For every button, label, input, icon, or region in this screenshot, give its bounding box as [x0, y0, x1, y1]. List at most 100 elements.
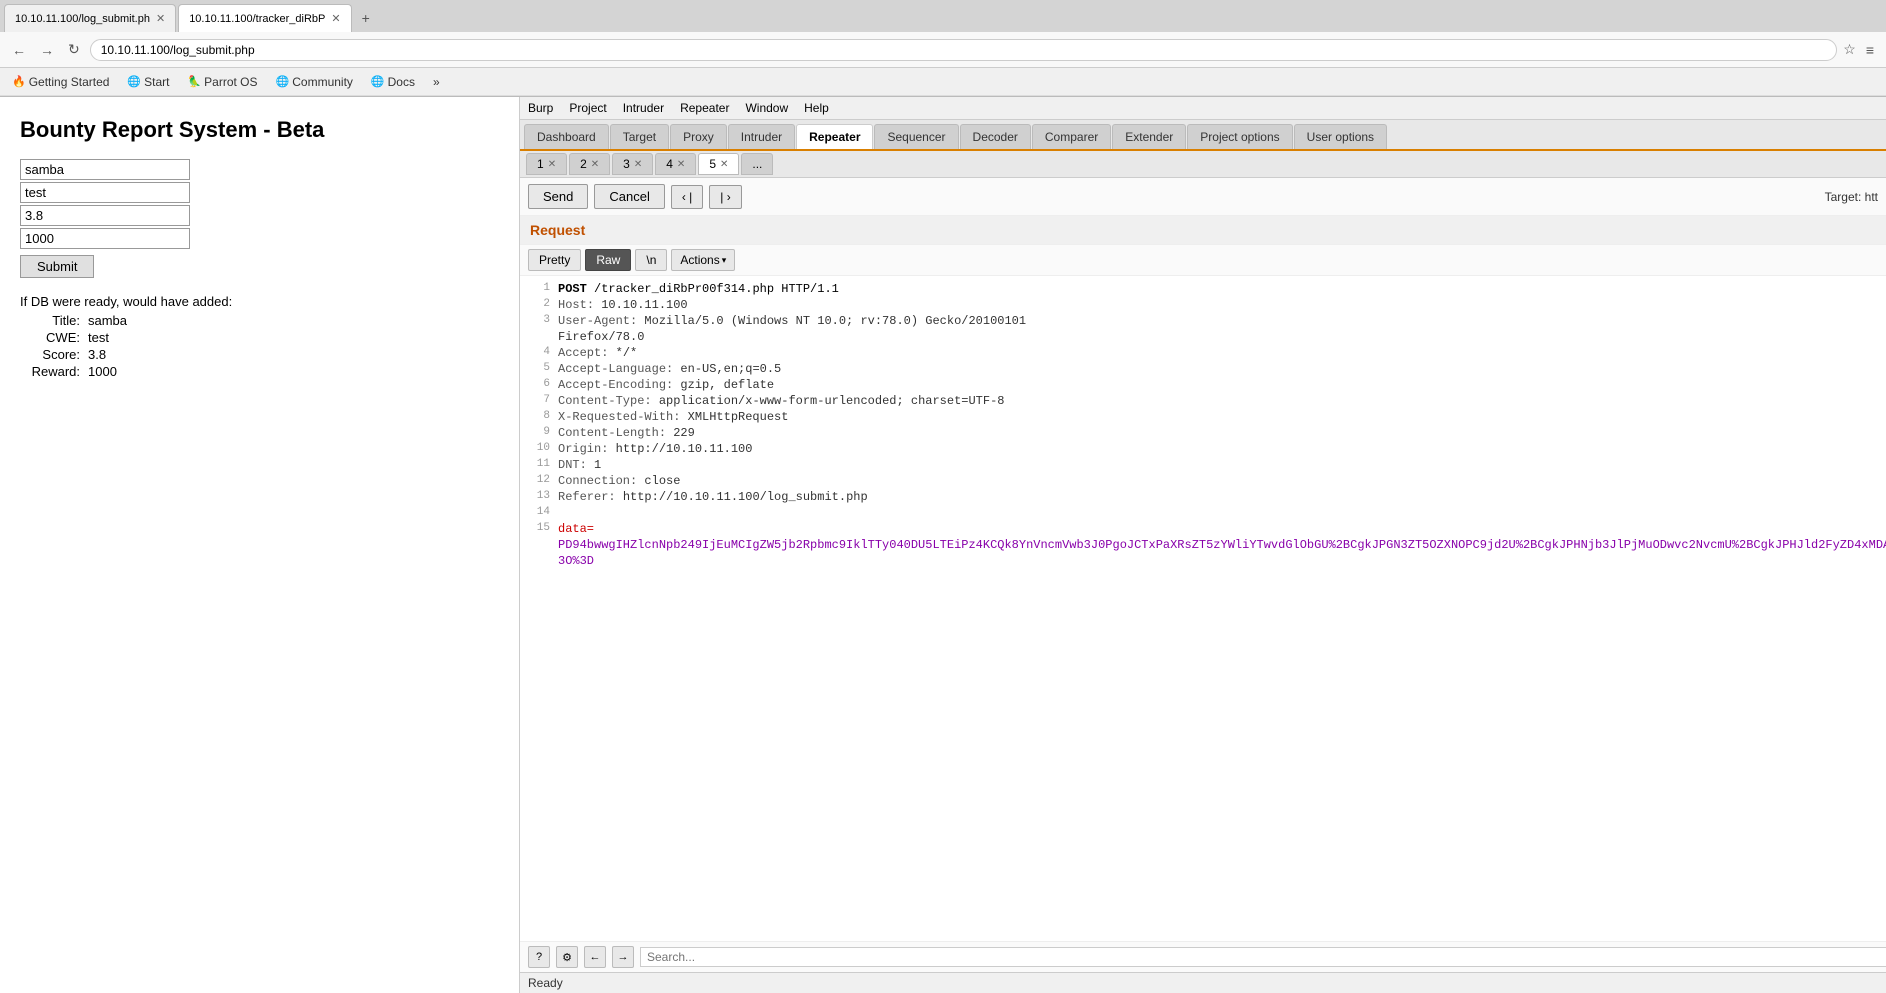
title-input[interactable]	[20, 159, 190, 180]
menu-intruder[interactable]: Intruder	[623, 99, 664, 117]
request-search-input[interactable]	[640, 947, 1886, 967]
address-input[interactable]	[90, 39, 1838, 61]
request-settings-btn[interactable]: ⚙	[556, 946, 578, 968]
tab-dashboard[interactable]: Dashboard	[524, 124, 609, 149]
send-button[interactable]: Send	[528, 184, 588, 209]
bookmark-community[interactable]: 🌐 Community	[272, 73, 357, 91]
tab-sequencer[interactable]: Sequencer	[874, 124, 958, 149]
request-line: Firefox/78.0	[526, 330, 1886, 346]
menu-repeater[interactable]: Repeater	[680, 99, 729, 117]
repeater-tab-4-close[interactable]: ✕	[677, 159, 685, 170]
request-help-btn[interactable]: ?	[528, 946, 550, 968]
tab-1-close[interactable]: ✕	[156, 12, 165, 25]
target-display: Target: htt	[1825, 190, 1878, 204]
bookmark-getting-started[interactable]: 🔥 Getting Started	[8, 73, 113, 91]
request-actions-dropdown[interactable]: Actions ▾	[671, 249, 735, 271]
tab-1[interactable]: 10.10.11.100/log_submit.ph ✕	[4, 4, 176, 32]
request-line: 8X-Requested-With: XMLHttpRequest	[526, 410, 1886, 426]
repeater-tab-3-close[interactable]: ✕	[634, 159, 642, 170]
tab-2-close[interactable]: ✕	[331, 12, 340, 25]
repeater-tab-2-close[interactable]: ✕	[591, 159, 599, 170]
reload-button[interactable]: ↻	[64, 39, 84, 60]
tab-repeater[interactable]: Repeater	[796, 124, 873, 149]
tab-user-options[interactable]: User options	[1294, 124, 1387, 149]
reward-value: 1000	[88, 364, 117, 379]
repeater-tab-5[interactable]: 5✕	[698, 153, 739, 175]
menu-burp[interactable]: Burp	[528, 99, 553, 117]
request-panel: Request Pretty Raw \n Actions ▾ 1POST /t…	[520, 216, 1886, 972]
request-line: 14	[526, 506, 1886, 522]
tab-target[interactable]: Target	[610, 124, 669, 149]
bookmark-docs[interactable]: 🌐 Docs	[367, 73, 419, 91]
new-tab-button[interactable]: +	[354, 6, 378, 30]
repeater-tab-5-label: 5	[709, 157, 716, 171]
request-line: 7Content-Type: application/x-www-form-ur…	[526, 394, 1886, 410]
request-actions-arrow: ▾	[722, 255, 727, 266]
request-pretty-btn[interactable]: Pretty	[528, 249, 581, 271]
repeater-tab-1-close[interactable]: ✕	[548, 159, 556, 170]
line-content: Accept-Language: en-US,en;q=0.5	[558, 362, 781, 378]
title-label: Title:	[20, 313, 80, 328]
repeater-tab-1-label: 1	[537, 157, 544, 171]
repeater-tab-1[interactable]: 1✕	[526, 153, 567, 175]
line-number: 1	[526, 282, 550, 298]
page-title: Bounty Report System - Beta	[20, 117, 499, 143]
request-nav-prev[interactable]: ←	[584, 946, 606, 968]
request-raw-btn[interactable]: Raw	[585, 249, 631, 271]
back-button[interactable]: ←	[8, 40, 30, 60]
menu-window[interactable]: Window	[745, 99, 788, 117]
cancel-button[interactable]: Cancel	[594, 184, 664, 209]
request-panel-header: Request	[520, 216, 1886, 245]
menu-project[interactable]: Project	[569, 99, 606, 117]
bookmarks-bar: 🔥 Getting Started 🌐 Start 🦜 Parrot OS 🌐 …	[0, 68, 1886, 96]
submit-button[interactable]: Submit	[20, 255, 94, 278]
repeater-tab-more[interactable]: ...	[741, 153, 773, 175]
repeater-tab-3[interactable]: 3✕	[612, 153, 653, 175]
line-number: 7	[526, 394, 550, 410]
repeater-tab-4-label: 4	[666, 157, 673, 171]
forward-button[interactable]: →	[36, 40, 58, 60]
line-number: 4	[526, 346, 550, 362]
nav-next-button[interactable]: | ›	[709, 185, 741, 209]
reward-label: Reward:	[20, 364, 80, 379]
score-input[interactable]	[20, 205, 190, 226]
request-nav-next[interactable]: →	[612, 946, 634, 968]
line-number	[526, 554, 550, 570]
repeater-tab-2[interactable]: 2✕	[569, 153, 610, 175]
request-hex-btn[interactable]: \n	[635, 249, 667, 271]
tab-2-label: 10.10.11.100/tracker_diRbP	[189, 13, 325, 25]
reward-input[interactable]	[20, 228, 190, 249]
cwe-input[interactable]	[20, 182, 190, 203]
address-bar: ← → ↻ ☆ ≡	[0, 32, 1886, 68]
bookmark-start[interactable]: 🌐 Start	[123, 73, 173, 91]
tab-extender[interactable]: Extender	[1112, 124, 1186, 149]
request-line: 1POST /tracker_diRbPr00f314.php HTTP/1.1	[526, 282, 1886, 298]
request-actions-label: Actions	[680, 253, 719, 267]
line-content: Content-Length: 229	[558, 426, 695, 442]
line-number	[526, 538, 550, 554]
repeater-tab-4[interactable]: 4✕	[655, 153, 696, 175]
repeater-tab-5-close[interactable]: ✕	[720, 159, 728, 170]
bookmark-community-label: Community	[292, 75, 353, 89]
line-content: Accept-Encoding: gzip, deflate	[558, 378, 774, 394]
burp-main-tabs: Dashboard Target Proxy Intruder Repeater…	[520, 120, 1886, 151]
tab-2[interactable]: 10.10.11.100/tracker_diRbP ✕	[178, 4, 351, 32]
nav-prev-button[interactable]: ‹ |	[671, 185, 703, 209]
line-number: 14	[526, 506, 550, 522]
request-line: 5Accept-Language: en-US,en;q=0.5	[526, 362, 1886, 378]
line-content: PD94bwwgIHZlcnNpb249IjEuMCIgZW5jb2Rpbmc9…	[558, 538, 1886, 554]
request-line: PD94bwwgIHZlcnNpb249IjEuMCIgZW5jb2Rpbmc9…	[526, 538, 1886, 554]
score-label: Score:	[20, 347, 80, 362]
tab-decoder[interactable]: Decoder	[960, 124, 1031, 149]
tab-proxy[interactable]: Proxy	[670, 124, 727, 149]
tab-comparer[interactable]: Comparer	[1032, 124, 1111, 149]
menu-button[interactable]: ≡	[1862, 40, 1878, 60]
tab-project-options[interactable]: Project options	[1187, 124, 1292, 149]
line-number: 10	[526, 442, 550, 458]
cwe-value: test	[88, 330, 109, 345]
bookmark-parrot[interactable]: 🦜 Parrot OS	[183, 73, 261, 91]
bookmark-more[interactable]: »	[429, 73, 444, 91]
bookmark-star[interactable]: ☆	[1843, 41, 1856, 58]
menu-help[interactable]: Help	[804, 99, 829, 117]
tab-intruder[interactable]: Intruder	[728, 124, 795, 149]
